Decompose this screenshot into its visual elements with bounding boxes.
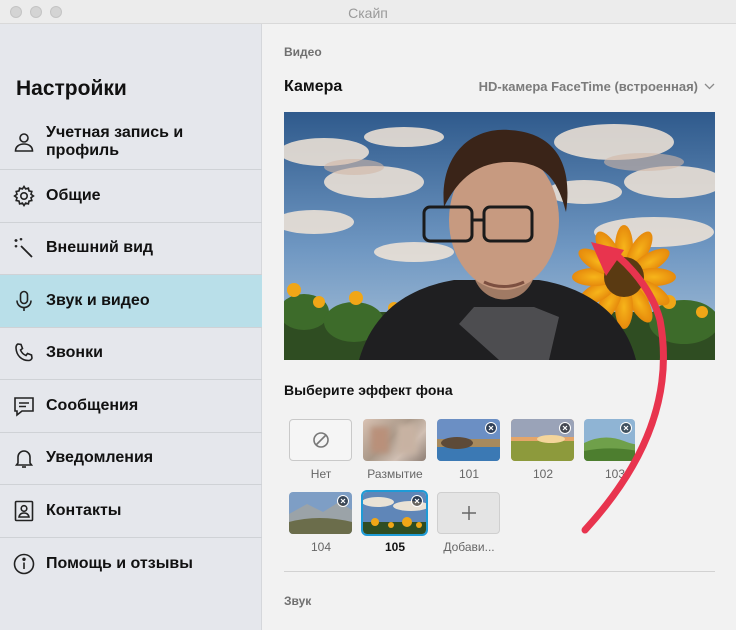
effect-label: Размытие [367, 467, 423, 481]
contact-card-icon [11, 498, 37, 524]
add-effect-button[interactable] [437, 492, 500, 534]
effect-105-thumb[interactable] [361, 490, 428, 536]
sidebar-item-account[interactable]: Учетная запись и профиль [0, 115, 262, 170]
sidebar-item-label: Звонки [46, 344, 103, 362]
window-title: Скайп [348, 5, 388, 21]
microphone-icon [11, 288, 37, 314]
remove-effect-icon[interactable] [620, 422, 632, 434]
sidebar-item-appearance[interactable]: Внешний вид [0, 223, 262, 275]
sidebar-item-help[interactable]: Помощь и отзывы [0, 538, 262, 591]
video-section-header: Видео [284, 45, 322, 59]
message-icon [11, 393, 37, 419]
info-icon [11, 551, 37, 577]
effect-103-thumb[interactable] [584, 419, 635, 461]
sidebar-item-notifications[interactable]: Уведомления [0, 433, 262, 485]
sidebar-item-messages[interactable]: Сообщения [0, 380, 262, 433]
effect-blur-thumb[interactable] [363, 419, 426, 461]
effect-102-thumb[interactable] [511, 419, 574, 461]
phone-icon [11, 340, 37, 366]
sidebar-item-label: Внешний вид [46, 239, 154, 257]
sidebar-nav: Учетная запись и профиль Общие Внешний в… [0, 115, 262, 590]
effect-label: 104 [310, 540, 332, 554]
effect-label: 103 [604, 467, 626, 481]
effect-label: Добави... [443, 540, 495, 554]
camera-dropdown-value: HD-камера FaceTime (встроенная) [478, 79, 698, 94]
effect-label: Нет [310, 467, 332, 481]
magic-wand-icon [11, 235, 37, 261]
gear-icon [11, 183, 37, 209]
remove-effect-icon[interactable] [485, 422, 497, 434]
effect-101-thumb[interactable] [437, 419, 500, 461]
user-icon [11, 129, 37, 155]
audio-section-header: Звук [284, 594, 312, 608]
sidebar-item-label: Общие [46, 186, 101, 204]
camera-label: Камера [284, 78, 343, 95]
effect-none-thumb[interactable] [289, 419, 352, 461]
sidebar-item-general[interactable]: Общие [0, 170, 262, 223]
chevron-down-icon [704, 83, 715, 90]
no-effect-icon [312, 432, 329, 448]
camera-dropdown[interactable]: HD-камера FaceTime (встроенная) [479, 79, 715, 94]
sidebar-item-label: Звук и видео [46, 291, 150, 309]
effect-label: 105 [384, 540, 406, 554]
bell-icon [11, 445, 37, 471]
effect-label: 101 [458, 467, 480, 481]
title-bar: Скайп [0, 0, 736, 24]
remove-effect-icon[interactable] [411, 495, 423, 507]
sidebar-item-label: Контакты [46, 501, 122, 519]
sidebar-item-calls[interactable]: Звонки [0, 328, 262, 380]
remove-effect-icon[interactable] [559, 422, 571, 434]
effects-title: Выберите эффект фона [284, 382, 453, 398]
sidebar: Настройки Учетная запись и профиль Общие… [0, 24, 262, 630]
sidebar-item-label: Учетная запись и профиль [46, 124, 184, 159]
settings-panel: Видео Камера HD-камера FaceTime (встроен… [263, 24, 736, 630]
sidebar-item-audio-video[interactable]: Звук и видео [0, 275, 262, 328]
remove-effect-icon[interactable] [337, 495, 349, 507]
camera-preview [284, 112, 715, 360]
effect-104-thumb[interactable] [289, 492, 352, 534]
page-title: Настройки [16, 77, 127, 100]
effect-label: 102 [532, 467, 554, 481]
plus-icon [461, 506, 476, 520]
sidebar-item-label: Помощь и отзывы [46, 554, 193, 572]
sidebar-item-label: Уведомления [46, 449, 154, 467]
section-divider [284, 571, 715, 572]
sidebar-item-contacts[interactable]: Контакты [0, 485, 262, 538]
sidebar-item-label: Сообщения [46, 396, 139, 414]
